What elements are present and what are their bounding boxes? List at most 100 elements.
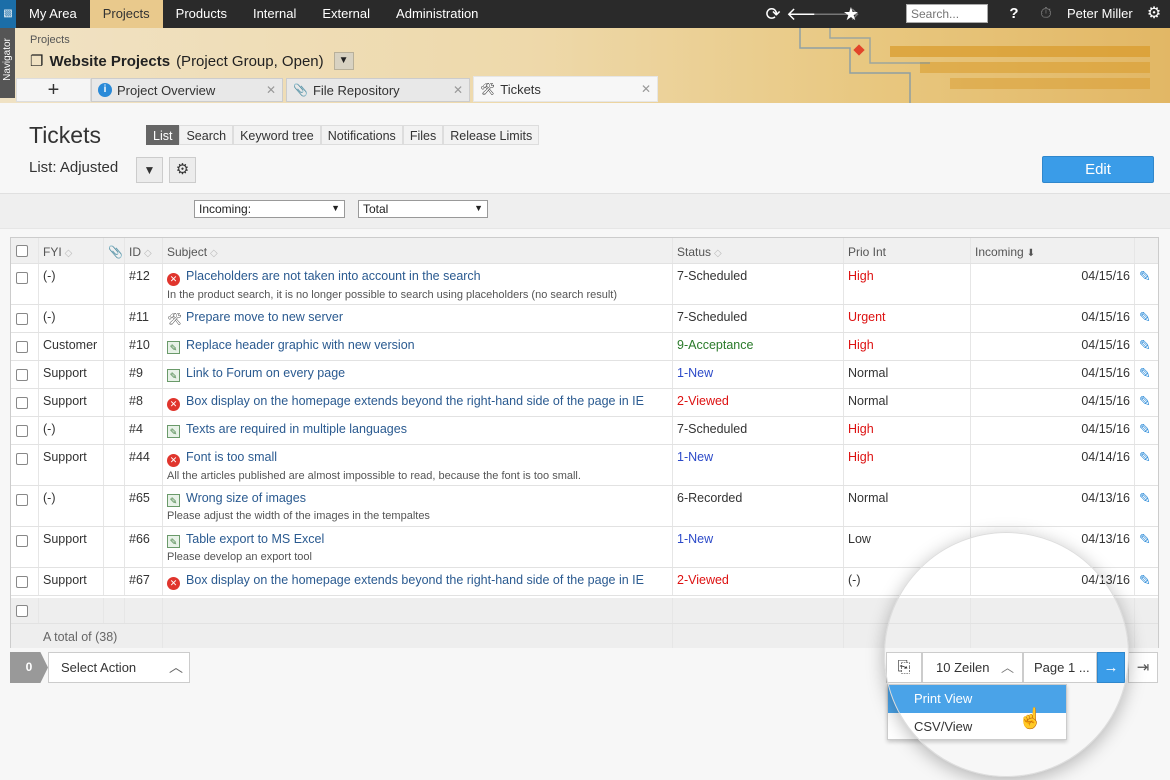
column-header-prio[interactable]: Prio Int◇: [844, 238, 971, 263]
row-checkbox[interactable]: [16, 369, 28, 381]
list-settings-gear-icon[interactable]: ⚙: [169, 157, 196, 183]
table-row[interactable]: (-) #65 ✎ Wrong size of images Please adjust…: [11, 486, 1158, 527]
back-arrow-icon[interactable]: 🡐: [786, 4, 834, 25]
star-icon[interactable]: ★: [838, 4, 864, 25]
subject-cell[interactable]: 🛠 Prepare move to new server: [163, 305, 673, 332]
next-page-button[interactable]: →: [1097, 652, 1125, 683]
subject-link[interactable]: Link to Forum on every page: [186, 366, 345, 380]
subject-cell[interactable]: ✎ Wrong size of images Please adjust the w…: [163, 486, 673, 526]
subject-link[interactable]: Font is too small: [186, 450, 277, 464]
edit-ticket-icon[interactable]: ✎: [1139, 421, 1151, 437]
table-row[interactable]: Support #66 ✎ Table export to MS Excel Pleas…: [11, 527, 1158, 568]
edit-ticket-icon[interactable]: ✎: [1139, 393, 1151, 409]
subject-link[interactable]: Wrong size of images: [186, 491, 306, 505]
row-checkbox[interactable]: [16, 535, 28, 547]
user-name[interactable]: Peter Miller: [1067, 0, 1133, 28]
row-checkbox[interactable]: [16, 453, 28, 465]
page-select[interactable]: Page 1 ...: [1023, 652, 1097, 683]
column-header-attachment[interactable]: 📎: [104, 238, 125, 263]
column-header-status[interactable]: Status ◇: [673, 238, 844, 263]
row-checkbox[interactable]: [16, 425, 28, 437]
row-checkbox[interactable]: [16, 341, 28, 353]
subtab-search[interactable]: Search: [179, 125, 234, 145]
tab-file-repository[interactable]: 📎 File Repository ✕: [286, 78, 470, 102]
edit-ticket-icon[interactable]: ✎: [1139, 268, 1151, 284]
table-row[interactable]: (-) #4 ✎ Texts are required in multiple lan…: [11, 417, 1158, 445]
subject-cell[interactable]: ✎ Texts are required in multiple language…: [163, 417, 673, 444]
subject-cell[interactable]: ✎ Replace header graphic with new version: [163, 333, 673, 360]
navigator-side-tab[interactable]: Navigator: [0, 28, 15, 98]
help-icon[interactable]: ?: [1001, 0, 1027, 28]
table-row[interactable]: (-) #12 ✕ Placeholders are not taken into a…: [11, 264, 1158, 305]
close-icon[interactable]: ✕: [266, 83, 276, 97]
select-action-dropdown[interactable]: Select Action ︿: [48, 652, 190, 683]
subtab-keyword-tree[interactable]: Keyword tree: [233, 125, 321, 145]
edit-ticket-icon[interactable]: ✎: [1139, 490, 1151, 506]
total-filter-select[interactable]: Total ▼: [358, 200, 488, 218]
breadcrumb[interactable]: Projects: [30, 34, 70, 46]
settings-gear-icon[interactable]: ⚙: [1143, 0, 1165, 28]
table-row[interactable]: Support #9 ✎ Link to Forum on every page 1-N…: [11, 361, 1158, 389]
nav-item-administration[interactable]: Administration: [383, 0, 491, 28]
row-checkbox[interactable]: [16, 397, 28, 409]
column-header-id[interactable]: ID ◇: [125, 238, 163, 263]
forward-arrow-icon[interactable]: 🡒: [812, 4, 860, 25]
edit-ticket-icon[interactable]: ✎: [1139, 531, 1151, 547]
table-row[interactable]: Support #8 ✕ Box display on the homepage ex…: [11, 389, 1158, 417]
nav-item-internal[interactable]: Internal: [240, 0, 309, 28]
subject-cell[interactable]: ✕ Box display on the homepage extends bey…: [163, 568, 673, 595]
project-dropdown-button[interactable]: ▼: [333, 52, 354, 70]
add-tab-button[interactable]: +: [16, 78, 91, 102]
subtab-release-limits[interactable]: Release Limits: [443, 125, 540, 145]
stopwatch-icon[interactable]: ⏱: [1033, 0, 1059, 28]
subject-link[interactable]: Box display on the homepage extends beyo…: [186, 573, 644, 587]
nav-item-projects[interactable]: Projects: [89, 0, 163, 28]
subject-link[interactable]: Texts are required in multiple languages: [186, 422, 407, 436]
subject-link[interactable]: Prepare move to new server: [186, 310, 343, 324]
subject-cell[interactable]: ✕ Box display on the homepage extends bey…: [163, 389, 673, 416]
rows-per-page-select[interactable]: 10 Zeilen ︿: [922, 652, 1023, 683]
subject-link[interactable]: Placeholders are not taken into account …: [186, 269, 481, 283]
table-row[interactable]: Support #44 ✕ Font is too small All the arti…: [11, 445, 1158, 486]
column-header-incoming[interactable]: Incoming ⬇: [971, 238, 1135, 263]
incoming-filter-select[interactable]: Incoming: ▼: [194, 200, 345, 218]
subtab-list[interactable]: List: [146, 125, 180, 145]
table-row[interactable]: (-) #11 🛠 Prepare move to new server 7-Sched…: [11, 305, 1158, 333]
subtab-notifications[interactable]: Notifications: [320, 125, 403, 145]
table-row[interactable]: Support #67 ✕ Box display on the homepage e…: [11, 568, 1158, 596]
close-icon[interactable]: ✕: [453, 83, 463, 97]
subtab-files[interactable]: Files: [402, 125, 444, 145]
subject-link[interactable]: Replace header graphic with new version: [186, 338, 415, 352]
subject-cell[interactable]: ✕ Font is too small All the articles publi…: [163, 445, 673, 485]
row-checkbox[interactable]: [16, 313, 28, 325]
app-logo[interactable]: ▧: [0, 0, 16, 28]
subject-link[interactable]: Box display on the homepage extends beyo…: [186, 394, 644, 408]
nav-item-products[interactable]: Products: [163, 0, 240, 28]
last-page-button[interactable]: ⇥: [1128, 652, 1158, 683]
refresh-icon[interactable]: ⟳: [760, 4, 786, 25]
edit-button[interactable]: Edit: [1042, 156, 1154, 183]
nav-item-external[interactable]: External: [309, 0, 383, 28]
footer-checkbox[interactable]: [16, 605, 28, 617]
nav-item-my-area[interactable]: My Area: [16, 0, 90, 28]
edit-ticket-icon[interactable]: ✎: [1139, 449, 1151, 465]
column-header-fyi[interactable]: FYI ◇: [39, 238, 104, 263]
edit-ticket-icon[interactable]: ✎: [1139, 365, 1151, 381]
subject-link[interactable]: Table export to MS Excel: [186, 532, 324, 546]
global-search-input[interactable]: [906, 4, 988, 23]
column-header-subject[interactable]: Subject ◇: [163, 238, 673, 263]
edit-ticket-icon[interactable]: ✎: [1139, 572, 1151, 588]
tab-tickets[interactable]: 🛠 Tickets ✕: [473, 76, 658, 102]
close-icon[interactable]: ✕: [641, 82, 651, 96]
subject-cell[interactable]: ✎ Link to Forum on every page: [163, 361, 673, 388]
subject-cell[interactable]: ✎ Table export to MS Excel Please develop …: [163, 527, 673, 567]
subject-cell[interactable]: ✕ Placeholders are not taken into account…: [163, 264, 673, 304]
export-button[interactable]: ⎘: [886, 652, 922, 683]
row-checkbox[interactable]: [16, 272, 28, 284]
select-all-checkbox[interactable]: [16, 245, 28, 257]
row-checkbox[interactable]: [16, 576, 28, 588]
edit-ticket-icon[interactable]: ✎: [1139, 309, 1151, 325]
list-dropdown-button[interactable]: ▼: [136, 157, 163, 183]
tab-project-overview[interactable]: i Project Overview ✕: [91, 78, 283, 102]
table-row[interactable]: Customer #10 ✎ Replace header graphic with …: [11, 333, 1158, 361]
